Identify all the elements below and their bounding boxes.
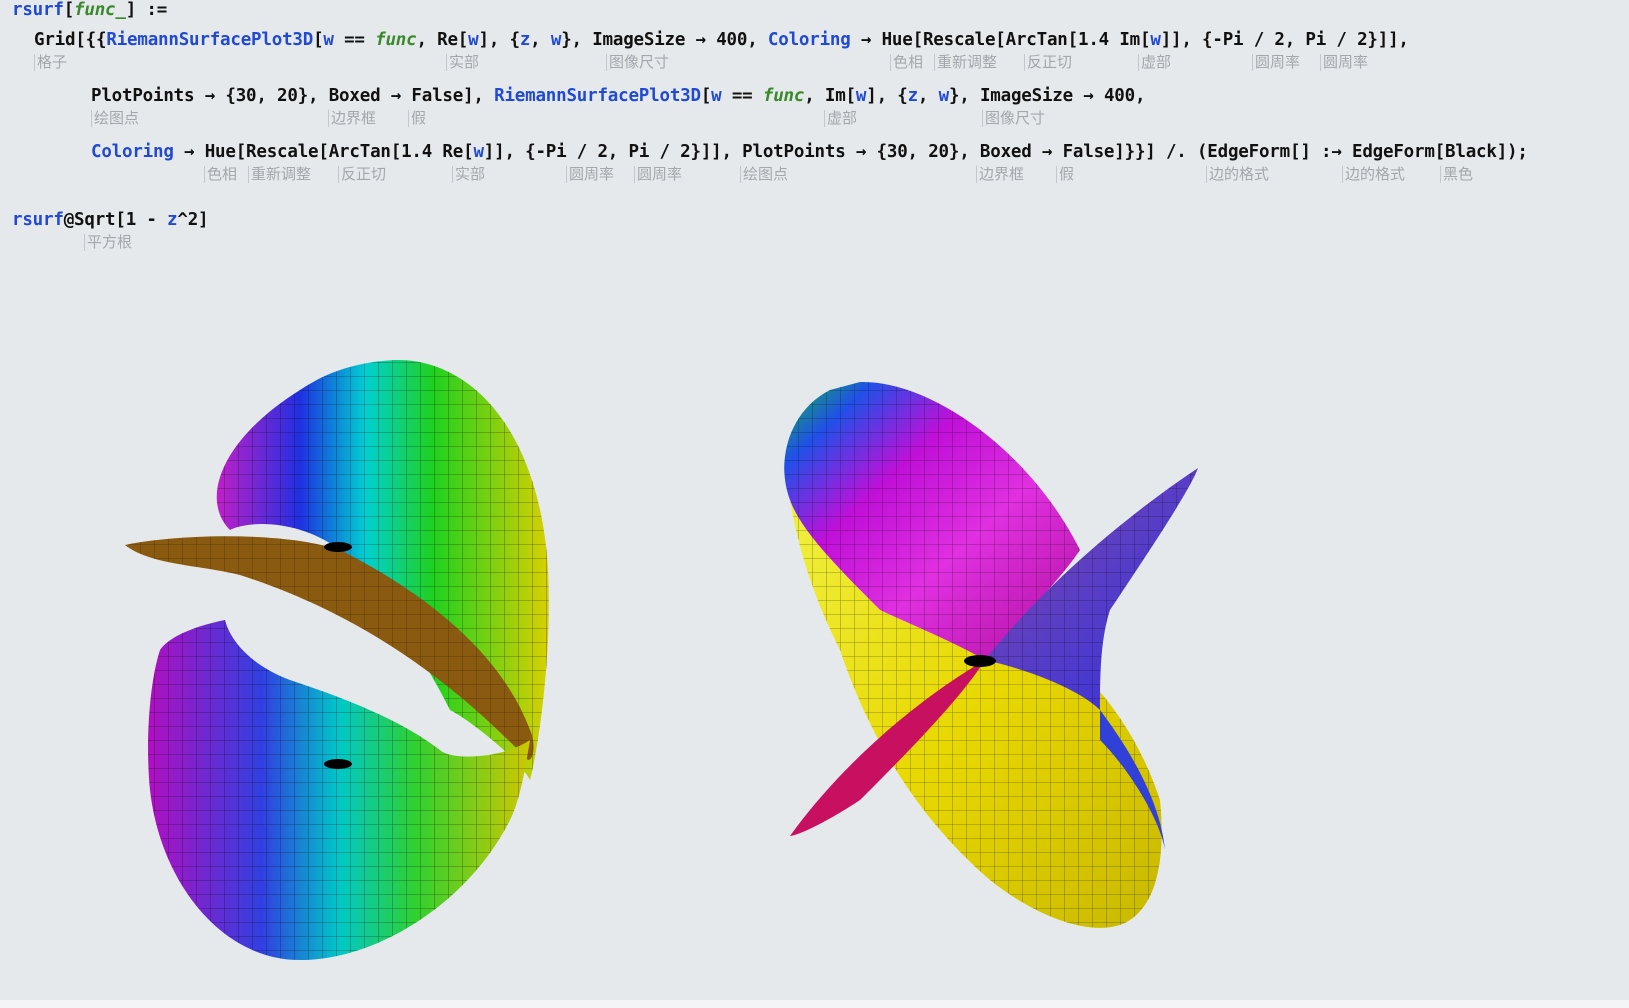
code-line-4[interactable]: Coloring → Hue[Rescale[ArcTan[1.4 Re[w]]… [91,142,1528,162]
annotation-re: 实部 [446,54,479,71]
annotation-pi: 圆周率 [1252,54,1300,71]
code-line-rsurf-call[interactable]: rsurf@Sqrt[1 - z^2] [12,210,209,230]
annotation-plotpoints: 绘图点 [91,110,139,127]
annotation-arctan: 反正切 [338,166,386,183]
annotation-imagesize: 图像尺寸 [606,54,669,71]
annotation-pi: 圆周率 [634,166,682,183]
code-line-2[interactable]: Grid[{{RiemannSurfacePlot3D[w == func, R… [34,30,1409,50]
annotation-hue: 色相 [204,166,237,183]
cell-insertion-bar[interactable] [0,1000,1629,1008]
annotation-plotpoints: 绘图点 [740,166,788,183]
annotation-grid: 格子 [34,54,67,71]
code-line-3[interactable]: PlotPoints → {30, 20}, Boxed → False], R… [91,86,1146,106]
annotation-im: 虚部 [1138,54,1171,71]
annotation-rescale: 重新调整 [934,54,997,71]
surface-imaginary-part [784,381,1198,928]
annotation-sqrt: 平方根 [84,234,132,251]
annotation-boxed: 边界框 [976,166,1024,183]
annotation-boxed: 边界框 [328,110,376,127]
annotation-arctan: 反正切 [1024,54,1072,71]
input-cell-evaluation[interactable]: rsurf@Sqrt[1 - z^2] 平方根 [0,210,1629,260]
riemann-surface-plots [125,359,1198,960]
annotation-im: 虚部 [824,110,857,127]
annotation-imagesize: 图像尺寸 [982,110,1045,127]
annotation-re: 实部 [452,166,485,183]
annotation-rescale: 重新调整 [248,166,311,183]
annotation-false: 假 [408,110,426,127]
surface-real-part [125,359,549,960]
annotation-pi: 圆周率 [1320,54,1368,71]
code-line-1[interactable]: rsurf[func_] := [12,0,167,20]
annotation-edgeform: 边的格式 [1342,166,1405,183]
annotation-edgeform: 边的格式 [1206,166,1269,183]
annotation-false: 假 [1056,166,1074,183]
annotation-hue: 色相 [890,54,923,71]
input-cell-definition[interactable]: rsurf[func_] := Grid[{{RiemannSurfacePlo… [0,0,1629,200]
annotation-pi: 圆周率 [566,166,614,183]
output-graphics-grid [0,320,1629,1008]
annotation-black: 黑色 [1440,166,1473,183]
